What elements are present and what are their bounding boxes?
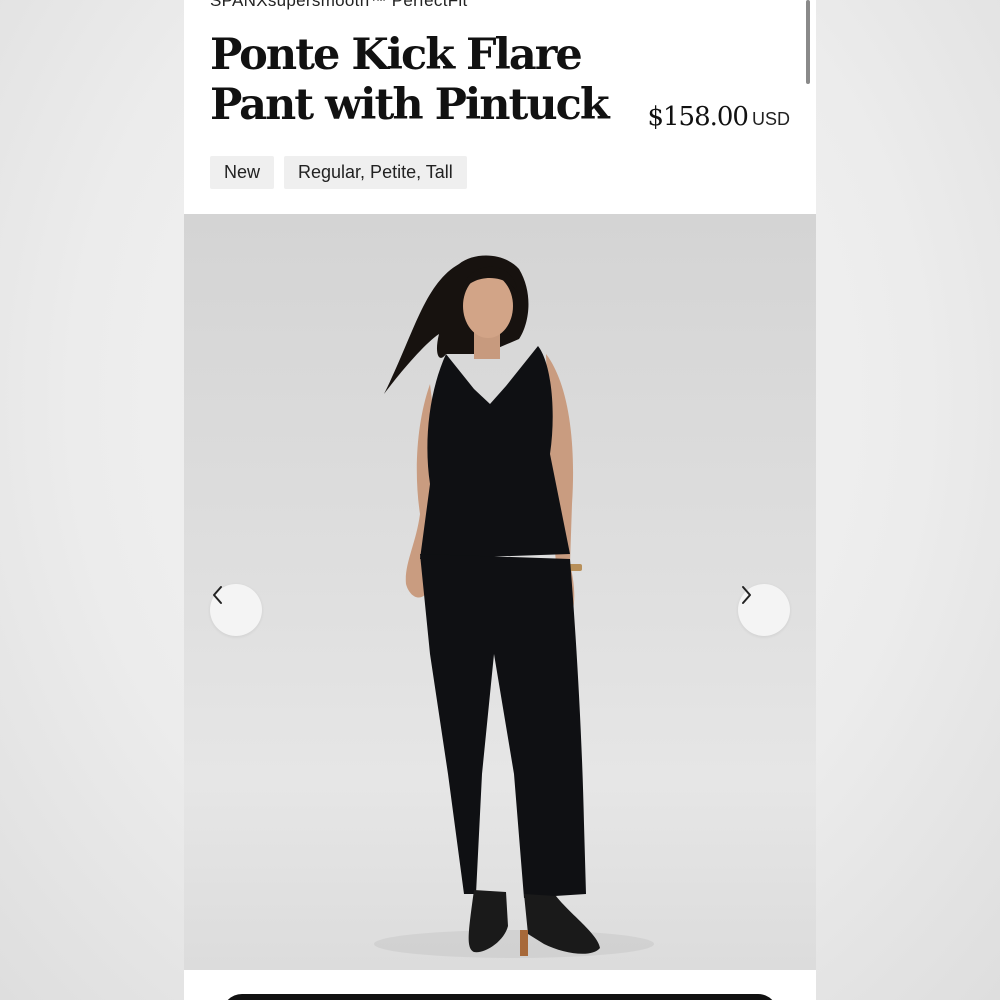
product-price: $158.00 USD bbox=[647, 102, 790, 132]
price-amount: $158.00 bbox=[647, 102, 749, 132]
gallery-prev-button[interactable] bbox=[210, 584, 262, 636]
product-image bbox=[184, 214, 816, 970]
model-photo-illustration bbox=[374, 255, 654, 958]
price-currency: USD bbox=[751, 109, 790, 129]
gallery-next-button[interactable] bbox=[738, 584, 790, 636]
product-page: SPANXsupersmooth™ PerfectFit Ponte Kick … bbox=[184, 0, 816, 1000]
brand-line: SPANXsupersmooth™ PerfectFit bbox=[210, 0, 468, 10]
tag-new: New bbox=[210, 156, 275, 189]
add-to-bag-button[interactable] bbox=[222, 994, 778, 1000]
scrollbar[interactable] bbox=[806, 0, 810, 84]
product-tags: New Regular, Petite, Tall bbox=[210, 156, 467, 189]
tag-sizes: Regular, Petite, Tall bbox=[284, 156, 467, 189]
chevron-left-icon bbox=[213, 586, 222, 604]
product-title: Ponte Kick Flare Pant with Pintuck bbox=[210, 30, 610, 130]
chevron-right-icon bbox=[742, 586, 751, 604]
